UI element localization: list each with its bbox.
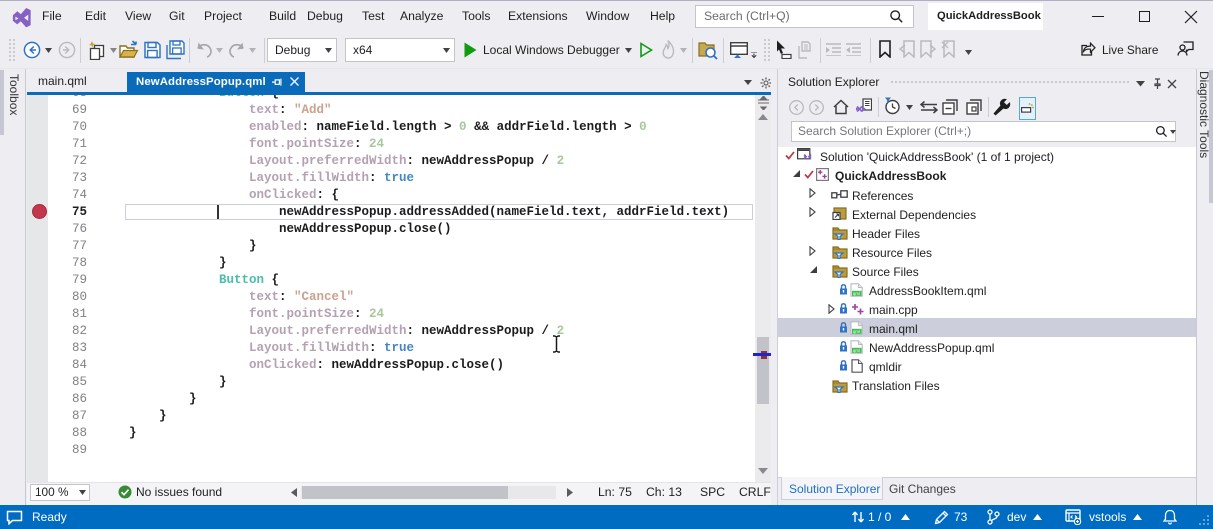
svg-text:qml: qml	[853, 329, 860, 334]
svg-text:qml: qml	[853, 291, 860, 296]
svg-text:qml: qml	[853, 348, 860, 353]
